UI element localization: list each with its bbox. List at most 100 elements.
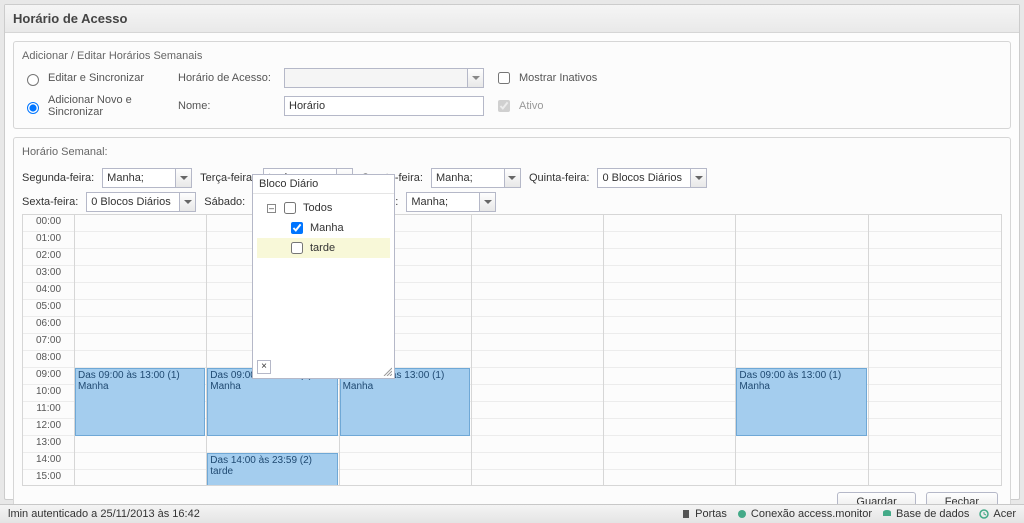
calendar-cell[interactable]	[604, 300, 735, 317]
combo-domingo-input[interactable]	[407, 193, 479, 211]
calendar-cell[interactable]	[869, 283, 1001, 300]
calendar-col-segunda[interactable]: Das 09:00 às 13:00 (1)Manha	[75, 215, 207, 486]
calendar-cell[interactable]	[472, 385, 603, 402]
chevron-down-icon[interactable]	[175, 169, 191, 187]
radio-adicionar[interactable]	[27, 102, 39, 114]
calendar-cell[interactable]	[75, 334, 206, 351]
checkbox-todos[interactable]	[284, 202, 296, 214]
calendar-cell[interactable]	[472, 402, 603, 419]
calendar-cell[interactable]	[736, 215, 867, 232]
calendar-cell[interactable]	[736, 334, 867, 351]
calendar-cell[interactable]	[472, 317, 603, 334]
calendar-cell[interactable]	[736, 351, 867, 368]
checkbox-tarde[interactable]	[291, 242, 303, 254]
calendar-cell[interactable]	[869, 436, 1001, 453]
calendar-cell[interactable]	[869, 300, 1001, 317]
calendar-cell[interactable]	[604, 351, 735, 368]
calendar-cell[interactable]	[604, 266, 735, 283]
combo-domingo[interactable]	[406, 192, 496, 212]
calendar-cell[interactable]	[340, 453, 471, 470]
calendar-cell[interactable]	[75, 436, 206, 453]
calendar-cell[interactable]	[75, 470, 206, 486]
calendar-cell[interactable]	[340, 436, 471, 453]
input-nome[interactable]	[284, 96, 484, 116]
calendar-cell[interactable]	[869, 334, 1001, 351]
calendar-cell[interactable]	[472, 283, 603, 300]
combo-segunda-input[interactable]	[103, 169, 175, 187]
calendar-cell[interactable]	[736, 470, 867, 486]
radio-editar[interactable]	[27, 74, 39, 86]
calendar-cell[interactable]	[75, 232, 206, 249]
calendar-cell[interactable]	[869, 266, 1001, 283]
popup-resize-handle[interactable]	[382, 366, 392, 376]
calendar-cell[interactable]	[340, 470, 471, 486]
calendar-cell[interactable]	[736, 300, 867, 317]
combo-segunda[interactable]	[102, 168, 192, 188]
calendar-cell[interactable]	[604, 385, 735, 402]
calendar-cell[interactable]	[736, 249, 867, 266]
calendar-cell[interactable]	[75, 317, 206, 334]
tree-node-manha[interactable]: Manha	[257, 218, 390, 238]
event-sab-manha[interactable]: Das 09:00 às 13:00 (1)Manha	[736, 368, 866, 436]
calendar-col-sabado[interactable]: Das 09:00 às 13:00 (1)Manha	[736, 215, 868, 486]
bloco-diario-popup[interactable]: Bloco Diário – Todos Manha tarde ×	[252, 174, 395, 379]
calendar-cell[interactable]	[472, 300, 603, 317]
calendar-cell[interactable]	[869, 351, 1001, 368]
calendar-col-quinta[interactable]	[472, 215, 604, 486]
calendar-cell[interactable]	[75, 283, 206, 300]
checkbox-manha[interactable]	[291, 222, 303, 234]
calendar-cell[interactable]	[869, 249, 1001, 266]
week-calendar[interactable]: 00:0001:0002:0003:0004:0005:0006:0007:00…	[22, 214, 1002, 486]
calendar-cell[interactable]	[75, 453, 206, 470]
calendar-cell[interactable]	[604, 215, 735, 232]
calendar-cell[interactable]	[604, 368, 735, 385]
tree-node-tarde[interactable]: tarde	[257, 238, 390, 258]
chevron-down-icon[interactable]	[179, 193, 195, 211]
combo-quinta-input[interactable]	[598, 169, 690, 187]
calendar-cell[interactable]	[736, 436, 867, 453]
calendar-cell[interactable]	[736, 266, 867, 283]
calendar-cell[interactable]	[472, 351, 603, 368]
calendar-cell[interactable]	[472, 368, 603, 385]
calendar-cell[interactable]	[75, 249, 206, 266]
calendar-cell[interactable]	[869, 402, 1001, 419]
calendar-cell[interactable]	[604, 419, 735, 436]
calendar-cell[interactable]	[869, 453, 1001, 470]
tree-collapse-icon[interactable]: –	[267, 204, 276, 213]
popup-close-icon[interactable]: ×	[257, 360, 271, 374]
calendar-cell[interactable]	[472, 232, 603, 249]
tree-node-todos[interactable]: – Todos	[257, 198, 390, 218]
calendar-cell[interactable]	[75, 300, 206, 317]
calendar-cell[interactable]	[207, 436, 338, 453]
calendar-cell[interactable]	[472, 215, 603, 232]
chevron-down-icon[interactable]	[504, 169, 520, 187]
calendar-cell[interactable]	[869, 385, 1001, 402]
chevron-down-icon[interactable]	[479, 193, 495, 211]
calendar-cell[interactable]	[604, 334, 735, 351]
calendar-cell[interactable]	[472, 453, 603, 470]
calendar-cell[interactable]	[472, 436, 603, 453]
calendar-cell[interactable]	[75, 215, 206, 232]
calendar-cell[interactable]	[736, 453, 867, 470]
combo-sexta[interactable]	[86, 192, 196, 212]
calendar-cell[interactable]	[869, 470, 1001, 486]
calendar-col-domingo[interactable]	[869, 215, 1001, 486]
calendar-cell[interactable]	[604, 283, 735, 300]
event-seg-manha[interactable]: Das 09:00 às 13:00 (1)Manha	[75, 368, 205, 436]
calendar-cell[interactable]	[604, 453, 735, 470]
calendar-cell[interactable]	[869, 215, 1001, 232]
combo-quinta[interactable]	[597, 168, 707, 188]
calendar-cell[interactable]	[736, 317, 867, 334]
chevron-down-icon[interactable]	[690, 169, 706, 187]
calendar-cell[interactable]	[736, 232, 867, 249]
status-base-dados[interactable]: Base de dados	[882, 508, 969, 520]
calendar-cell[interactable]	[604, 249, 735, 266]
combo-quarta-input[interactable]	[432, 169, 504, 187]
combo-sexta-input[interactable]	[87, 193, 179, 211]
calendar-cell[interactable]	[75, 351, 206, 368]
calendar-cell[interactable]	[869, 419, 1001, 436]
calendar-cell[interactable]	[604, 317, 735, 334]
status-portas[interactable]: Portas	[681, 508, 727, 520]
calendar-col-sexta[interactable]	[604, 215, 736, 486]
event-ter-tarde[interactable]: Das 14:00 às 23:59 (2)tarde	[207, 453, 337, 486]
